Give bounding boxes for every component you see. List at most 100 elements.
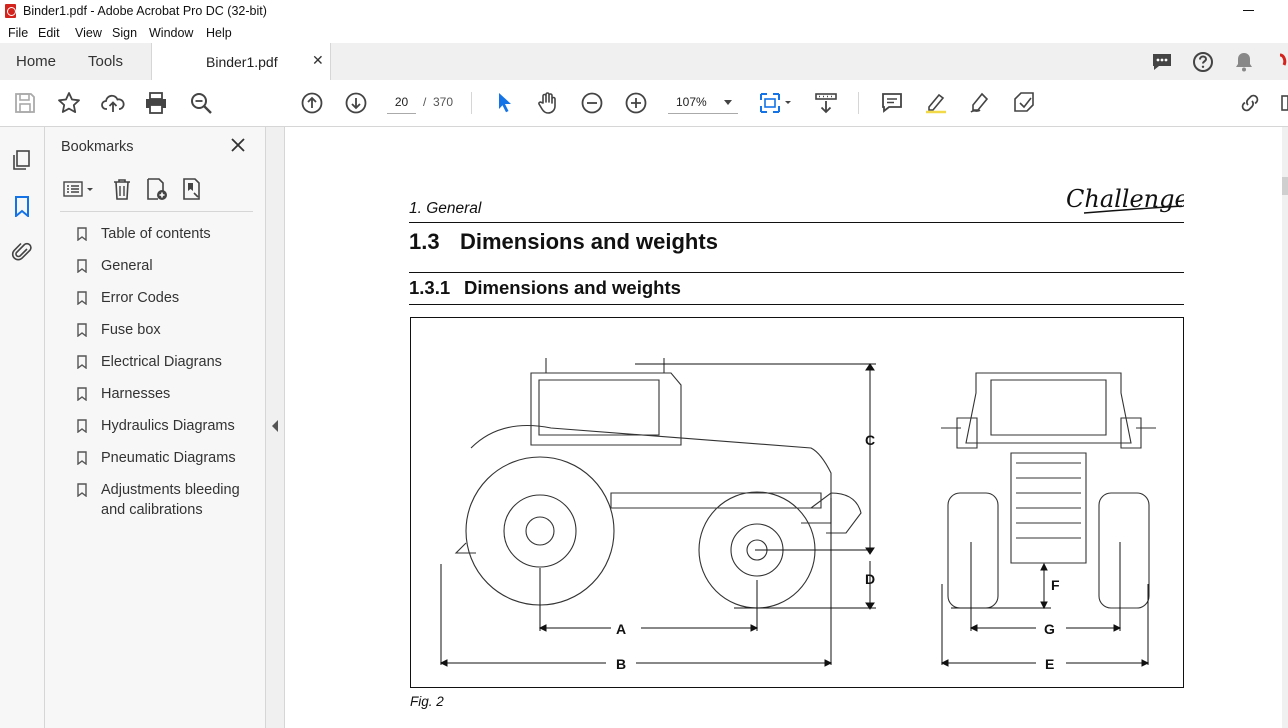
tab-document-label: Binder1.pdf bbox=[206, 54, 278, 70]
window-title: Binder1.pdf - Adobe Acrobat Pro DC (32-b… bbox=[23, 4, 267, 18]
heading-number: 1.3 bbox=[409, 229, 440, 254]
sign-in-icon[interactable] bbox=[1278, 51, 1288, 73]
delete-bookmark-icon[interactable] bbox=[110, 177, 134, 201]
page-fit-icon[interactable] bbox=[758, 91, 794, 115]
more-tools-icon[interactable] bbox=[1280, 91, 1288, 115]
find-bookmark-icon[interactable] bbox=[180, 177, 204, 201]
dimension-label-g: G bbox=[1044, 621, 1055, 637]
previous-page-icon[interactable] bbox=[300, 91, 324, 115]
toolbar-divider bbox=[858, 92, 859, 114]
close-tab-icon[interactable]: ✕ bbox=[312, 52, 324, 69]
scrollbar-thumb[interactable] bbox=[1282, 177, 1288, 195]
svg-text:Challenger: Challenger bbox=[1066, 185, 1184, 213]
header-rule bbox=[409, 222, 1184, 223]
menu-edit[interactable]: Edit bbox=[38, 26, 60, 40]
bookmark-label: Harnesses bbox=[101, 386, 171, 402]
bookmark-label: Electrical Diagrans bbox=[101, 354, 222, 370]
figure-caption: Fig. 2 bbox=[410, 694, 444, 709]
comment-icon[interactable] bbox=[1151, 51, 1173, 73]
bookmark-icon bbox=[77, 259, 87, 273]
subheading-rule bbox=[409, 304, 1184, 305]
bookmarks-panel: Bookmarks Table of contents General Erro… bbox=[45, 127, 266, 728]
challenger-logo: Challenger bbox=[1066, 185, 1184, 214]
bookmark-label: Adjustments bleeding and calibrations bbox=[101, 482, 240, 518]
tab-tools[interactable]: Tools bbox=[88, 43, 123, 80]
next-page-icon[interactable] bbox=[344, 91, 368, 115]
cloud-upload-icon[interactable] bbox=[101, 91, 125, 115]
dimension-label-d: D bbox=[865, 571, 875, 587]
bookmark-icon bbox=[77, 355, 87, 369]
menu-sign[interactable]: Sign bbox=[112, 26, 137, 40]
bookmark-label: Fuse box bbox=[101, 322, 161, 338]
page-thumbnails-icon[interactable] bbox=[11, 149, 33, 171]
zoom-level-select[interactable]: 107% bbox=[668, 91, 738, 114]
minimize-button[interactable] bbox=[1243, 10, 1254, 11]
collapse-panel-icon[interactable] bbox=[272, 420, 278, 432]
share-link-icon[interactable] bbox=[1238, 91, 1262, 115]
dimension-label-e: E bbox=[1045, 656, 1054, 672]
print-icon[interactable] bbox=[144, 91, 168, 115]
menu-bar: File Edit View Sign Window Help bbox=[0, 23, 1288, 43]
bookmark-label: General bbox=[101, 258, 153, 274]
bookmark-icon bbox=[77, 387, 87, 401]
bookmark-icon bbox=[77, 419, 87, 433]
menu-file[interactable]: File bbox=[8, 26, 28, 40]
page-separator: / bbox=[423, 95, 427, 109]
bookmark-icon bbox=[77, 323, 87, 337]
dimension-label-a: A bbox=[616, 621, 626, 637]
tractor-dimensions-figure: C D A B E F G bbox=[410, 317, 1184, 688]
acrobat-pdf-icon bbox=[5, 4, 16, 18]
add-comment-icon[interactable] bbox=[880, 91, 904, 115]
vertical-scrollbar[interactable] bbox=[1282, 127, 1288, 728]
zoom-in-icon[interactable] bbox=[624, 91, 648, 115]
zoom-dropdown-caret-icon bbox=[724, 100, 732, 105]
bookmark-icon bbox=[77, 483, 87, 497]
close-panel-icon[interactable] bbox=[230, 137, 246, 153]
page-heading: Dimensions and weights bbox=[460, 229, 718, 254]
zoom-level-value: 107% bbox=[676, 95, 707, 109]
stamp-tag-icon[interactable] bbox=[1012, 91, 1036, 115]
page-total: 370 bbox=[433, 95, 454, 109]
tab-document[interactable]: Binder1.pdf ✕ bbox=[151, 43, 331, 81]
bookmark-icon bbox=[77, 291, 87, 305]
bookmarks-toolbar bbox=[60, 175, 253, 212]
tractor-drawing: C D A B E F G bbox=[439, 358, 1156, 672]
hand-pan-icon[interactable] bbox=[536, 91, 560, 115]
select-cursor-icon[interactable] bbox=[492, 91, 516, 115]
bookmarks-panel-icon[interactable] bbox=[11, 195, 33, 217]
bookmark-label: Pneumatic Diagrams bbox=[101, 450, 236, 466]
highlight-pen-icon[interactable] bbox=[924, 91, 948, 115]
menu-help[interactable]: Help bbox=[206, 26, 232, 40]
dimension-label-c: C bbox=[865, 432, 875, 448]
bookmark-star-icon[interactable] bbox=[57, 91, 81, 115]
bookmark-icon bbox=[77, 227, 87, 241]
navigation-rail bbox=[0, 127, 45, 728]
dimension-label-f: F bbox=[1051, 577, 1060, 593]
bookmark-icon bbox=[77, 451, 87, 465]
title-bar: Binder1.pdf - Adobe Acrobat Pro DC (32-b… bbox=[0, 0, 1288, 23]
attachments-paperclip-icon[interactable] bbox=[11, 241, 33, 263]
zoom-search-icon[interactable] bbox=[189, 91, 213, 115]
menu-window[interactable]: Window bbox=[149, 26, 193, 40]
save-icon[interactable] bbox=[13, 91, 37, 115]
notifications-bell-icon[interactable] bbox=[1233, 51, 1255, 73]
zoom-out-icon[interactable] bbox=[580, 91, 604, 115]
tab-home[interactable]: Home bbox=[16, 43, 56, 80]
page-subheading: Dimensions and weights bbox=[464, 277, 681, 298]
bookmark-label: Error Codes bbox=[101, 290, 180, 306]
draw-freeform-icon[interactable] bbox=[968, 91, 992, 115]
page-number-input[interactable]: 20 bbox=[387, 91, 416, 114]
page-section-header: 1. General bbox=[409, 200, 482, 217]
bookmark-label: Hydraulics Diagrams bbox=[101, 418, 235, 434]
section-rule bbox=[409, 272, 1184, 273]
bookmark-options-icon[interactable] bbox=[62, 177, 96, 201]
subheading-number: 1.3.1 bbox=[409, 277, 451, 298]
new-bookmark-icon[interactable] bbox=[144, 177, 168, 201]
scrolling-mode-icon[interactable] bbox=[814, 91, 838, 115]
help-icon[interactable] bbox=[1192, 51, 1214, 73]
menu-view[interactable]: View bbox=[75, 26, 102, 40]
toolbar-divider bbox=[471, 92, 472, 114]
dimension-label-b: B bbox=[616, 656, 626, 672]
bookmark-label: Table of contents bbox=[101, 226, 211, 242]
main-toolbar: 20 / 370 107% bbox=[0, 80, 1288, 127]
